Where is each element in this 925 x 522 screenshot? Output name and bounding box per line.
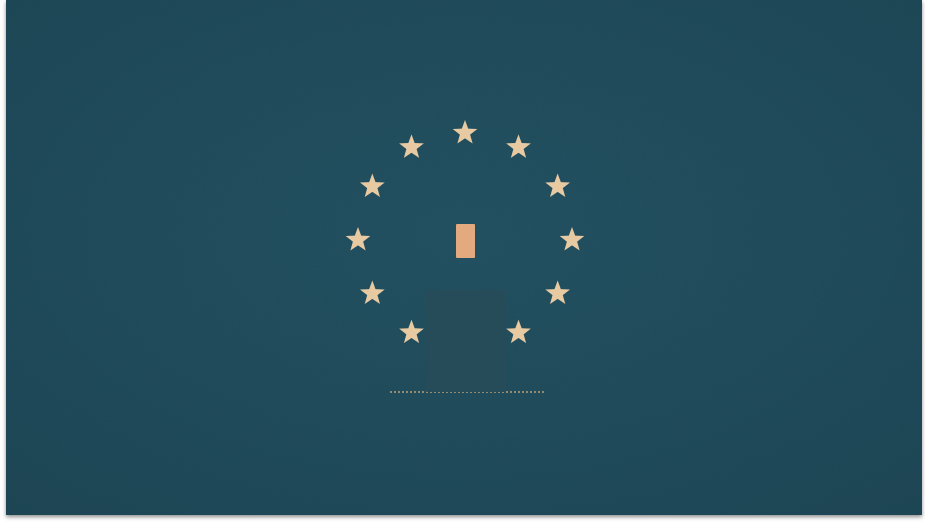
illustration-frame [6, 0, 922, 515]
ballot-paper [456, 224, 475, 258]
eu-vote-illustration [6, 0, 922, 515]
ballot-box-texture [426, 290, 506, 392]
